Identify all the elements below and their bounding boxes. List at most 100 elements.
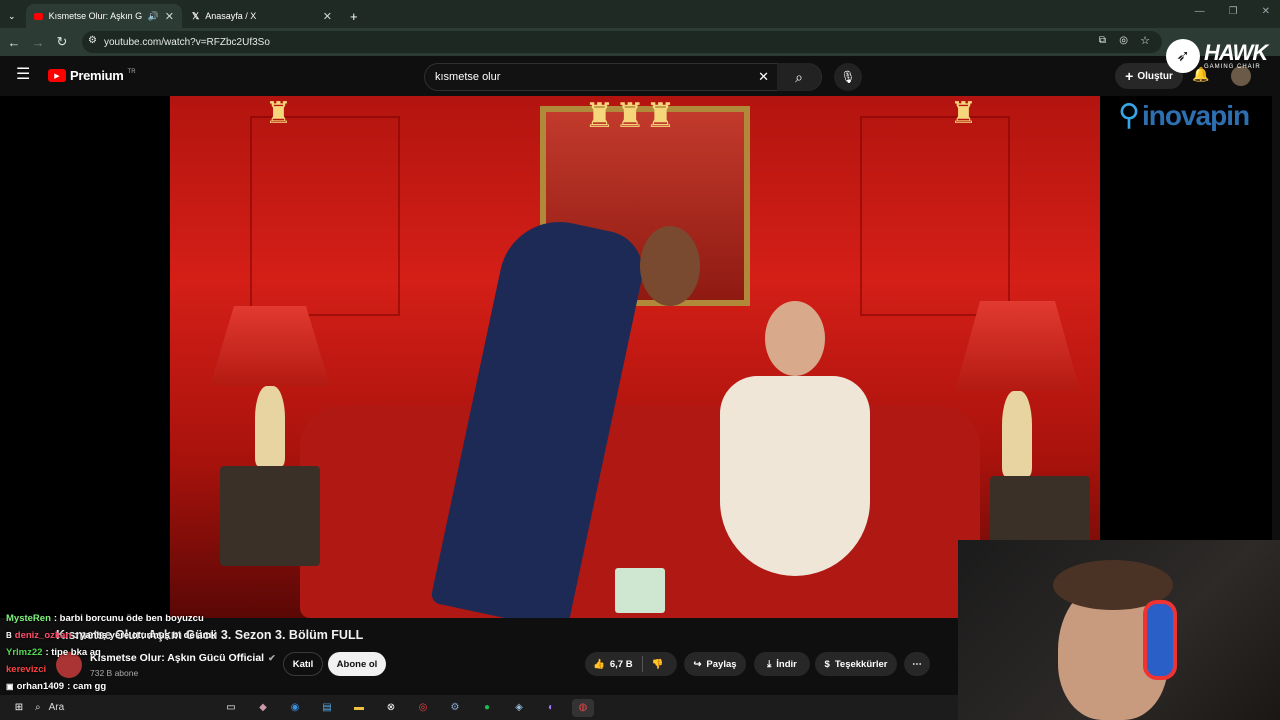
headset-icon — [1143, 600, 1177, 680]
download-icon: ⤓ — [767, 658, 772, 670]
discord-icon[interactable]: ◐ — [540, 699, 562, 717]
location-pin-icon: ⚲ — [1118, 99, 1140, 132]
app-icon[interactable]: ◈ — [508, 699, 530, 717]
obs-icon[interactable]: ◍ — [572, 698, 594, 717]
eye-off-icon[interactable]: ◎ — [1119, 35, 1128, 46]
xbox-icon[interactable]: ⊗ — [380, 699, 402, 717]
site-info-icon[interactable]: ⚙ — [88, 35, 97, 46]
search-input[interactable]: kısmetse olur ✕ ⌕ — [424, 63, 822, 91]
back-icon[interactable]: ← — [2, 30, 26, 54]
speaker-icon[interactable]: 🔊 — [148, 11, 159, 22]
restore-icon[interactable]: ❐ — [1229, 6, 1238, 17]
search-icon: ⌕ — [35, 702, 41, 713]
spotify-icon[interactable]: ● — [476, 699, 498, 717]
streamer-webcam — [958, 540, 1280, 720]
chandelier-icon: ♜♜♜ — [584, 97, 676, 135]
window-controls: — ❐ ✕ — [1195, 6, 1270, 17]
share-icon: ↪ — [693, 658, 702, 670]
download-button[interactable]: ⤓ İndir — [754, 652, 810, 676]
like-count[interactable]: 6,7 B — [610, 659, 633, 670]
youtube-logo[interactable]: ▶ Premium TR — [48, 68, 136, 83]
chrome-icon[interactable]: ◎ — [412, 699, 434, 717]
plus-icon: + — [1125, 68, 1134, 84]
search-value: kısmetse olur — [435, 71, 501, 83]
install-icon[interactable]: ⧉ — [1099, 35, 1106, 46]
tab-x[interactable]: 𝕏 Anasayfa / X ✕ — [184, 4, 340, 28]
voice-search-button[interactable]: 🎙 — [834, 63, 862, 91]
inovapin-sponsor-logo: ⚲ inovapin — [1118, 99, 1250, 132]
clear-search-icon[interactable]: ✕ — [758, 69, 769, 85]
minimize-icon[interactable]: — — [1195, 6, 1205, 17]
hawk-emblem-icon: ➶ — [1166, 39, 1200, 73]
wall-panel — [860, 116, 1010, 316]
chat-text: : cam gg — [67, 681, 107, 692]
chat-username: orhan1409 — [16, 681, 65, 692]
thumbs-up-icon[interactable]: 👍 — [593, 659, 605, 670]
file-explorer-icon[interactable]: ▬ — [348, 699, 370, 717]
youtube-header: ☰ ▶ Premium TR kısmetse olur ✕ ⌕ 🎙 + Olu… — [0, 56, 1280, 96]
chat-message: MysteRen : barbi borcunu öde ben boyuzcu — [0, 610, 560, 627]
forward-icon[interactable]: → — [26, 30, 50, 54]
woman-in-white-dress — [720, 376, 870, 576]
like-dislike-group: 👍 6,7 B 👎 — [585, 652, 677, 676]
badge-icon: ▣ — [6, 682, 14, 691]
tab-youtube[interactable]: Kısmetse Olur: Aşkın Gücü 🔊 ✕ — [26, 4, 182, 28]
close-tab-icon[interactable]: ✕ — [323, 10, 332, 23]
chat-username: MysteRen — [6, 613, 51, 624]
steam-icon[interactable]: ⚙ — [444, 699, 466, 717]
tab-title: Anasayfa / X — [205, 11, 257, 21]
thanks-icon: $ — [824, 658, 830, 670]
hawk-sponsor-logo: ➶ HAWK GAMING CHAIR — [1166, 36, 1276, 76]
woman-head — [765, 301, 825, 376]
stream-chat-overlay: MysteRen : barbi borcunu öde ben boyuzcu… — [0, 610, 560, 700]
chat-text: : barbi borcunu öde ben boyuzcu — [53, 613, 204, 624]
browser-toolbar: ← → ↻ ⚙ youtube.com/watch?v=RFZbc2Uf3So … — [0, 28, 1280, 56]
chandelier-icon: ♜ — [265, 97, 292, 130]
youtube-favicon-icon — [34, 12, 43, 20]
store-icon[interactable]: ▤ — [316, 699, 338, 717]
chat-username: kerevizci — [6, 664, 47, 675]
divider — [641, 656, 643, 672]
microphone-icon: 🎙 — [840, 70, 856, 84]
lamp-base — [1002, 391, 1032, 476]
man-head — [640, 226, 700, 306]
more-actions-icon[interactable]: ⋯ — [904, 652, 930, 676]
task-view-icon[interactable]: ▭ — [220, 699, 242, 717]
reload-icon[interactable]: ↻ — [50, 30, 74, 54]
chat-username: deniz_ozkan — [14, 630, 72, 641]
windows-start-icon[interactable]: ⊞ — [8, 699, 30, 717]
chat-username: Yrlmz22 — [6, 647, 43, 658]
chandelier-icon: ♜ — [950, 97, 977, 130]
youtube-play-icon: ▶ — [48, 69, 66, 82]
menu-icon[interactable]: ☰ — [16, 67, 30, 83]
url-text: youtube.com/watch?v=RFZbc2Uf3So — [104, 36, 270, 48]
x-favicon-icon: 𝕏 — [192, 10, 200, 21]
thumbs-down-icon[interactable]: 👎 — [652, 659, 664, 670]
edge-icon[interactable]: ◉ — [284, 699, 306, 717]
lamp-shade — [210, 306, 330, 386]
gift-box — [615, 568, 665, 613]
chat-message: kerevizci — [0, 661, 560, 678]
chat-message: B deniz_ozkan : yanlış yere oturmuş bi d… — [0, 627, 560, 644]
share-button[interactable]: ↪ Paylaş — [684, 652, 746, 676]
search-icon: ⌕ — [795, 68, 803, 85]
new-tab-button[interactable]: + — [342, 4, 364, 28]
chevron-down-icon: ⌄ — [8, 10, 16, 21]
star-icon[interactable]: ☆ — [1140, 34, 1150, 47]
search-button[interactable]: ⌕ — [777, 63, 821, 91]
chat-message: ▣ orhan1409 : cam gg — [0, 678, 560, 695]
close-window-icon[interactable]: ✕ — [1262, 6, 1270, 17]
wall-panel — [250, 116, 400, 316]
taskbar-search[interactable]: ⌕ Ara — [35, 702, 215, 713]
windows-taskbar: ⊞ ⌕ Ara ▭ ◆ ◉ ▤ ▬ ⊗ ◎ ⚙ ● ◈ ◐ ◍ — [0, 695, 958, 720]
lamp-base — [255, 386, 285, 466]
side-table — [220, 466, 320, 566]
tab-list-button[interactable]: ⌄ — [0, 4, 26, 28]
thanks-button[interactable]: $ Teşekkürler — [815, 652, 897, 676]
chat-text: : tipe bka aq — [45, 647, 101, 658]
chat-message: Yrlmz22 : tipe bka aq — [0, 644, 560, 661]
tab-title: Kısmetse Olur: Aşkın Gücü — [48, 11, 142, 21]
copilot-icon[interactable]: ◆ — [252, 699, 274, 717]
address-bar[interactable]: ⚙ youtube.com/watch?v=RFZbc2Uf3So ⧉ ◎ ☆ — [82, 31, 1162, 53]
close-tab-icon[interactable]: ✕ — [165, 10, 174, 23]
